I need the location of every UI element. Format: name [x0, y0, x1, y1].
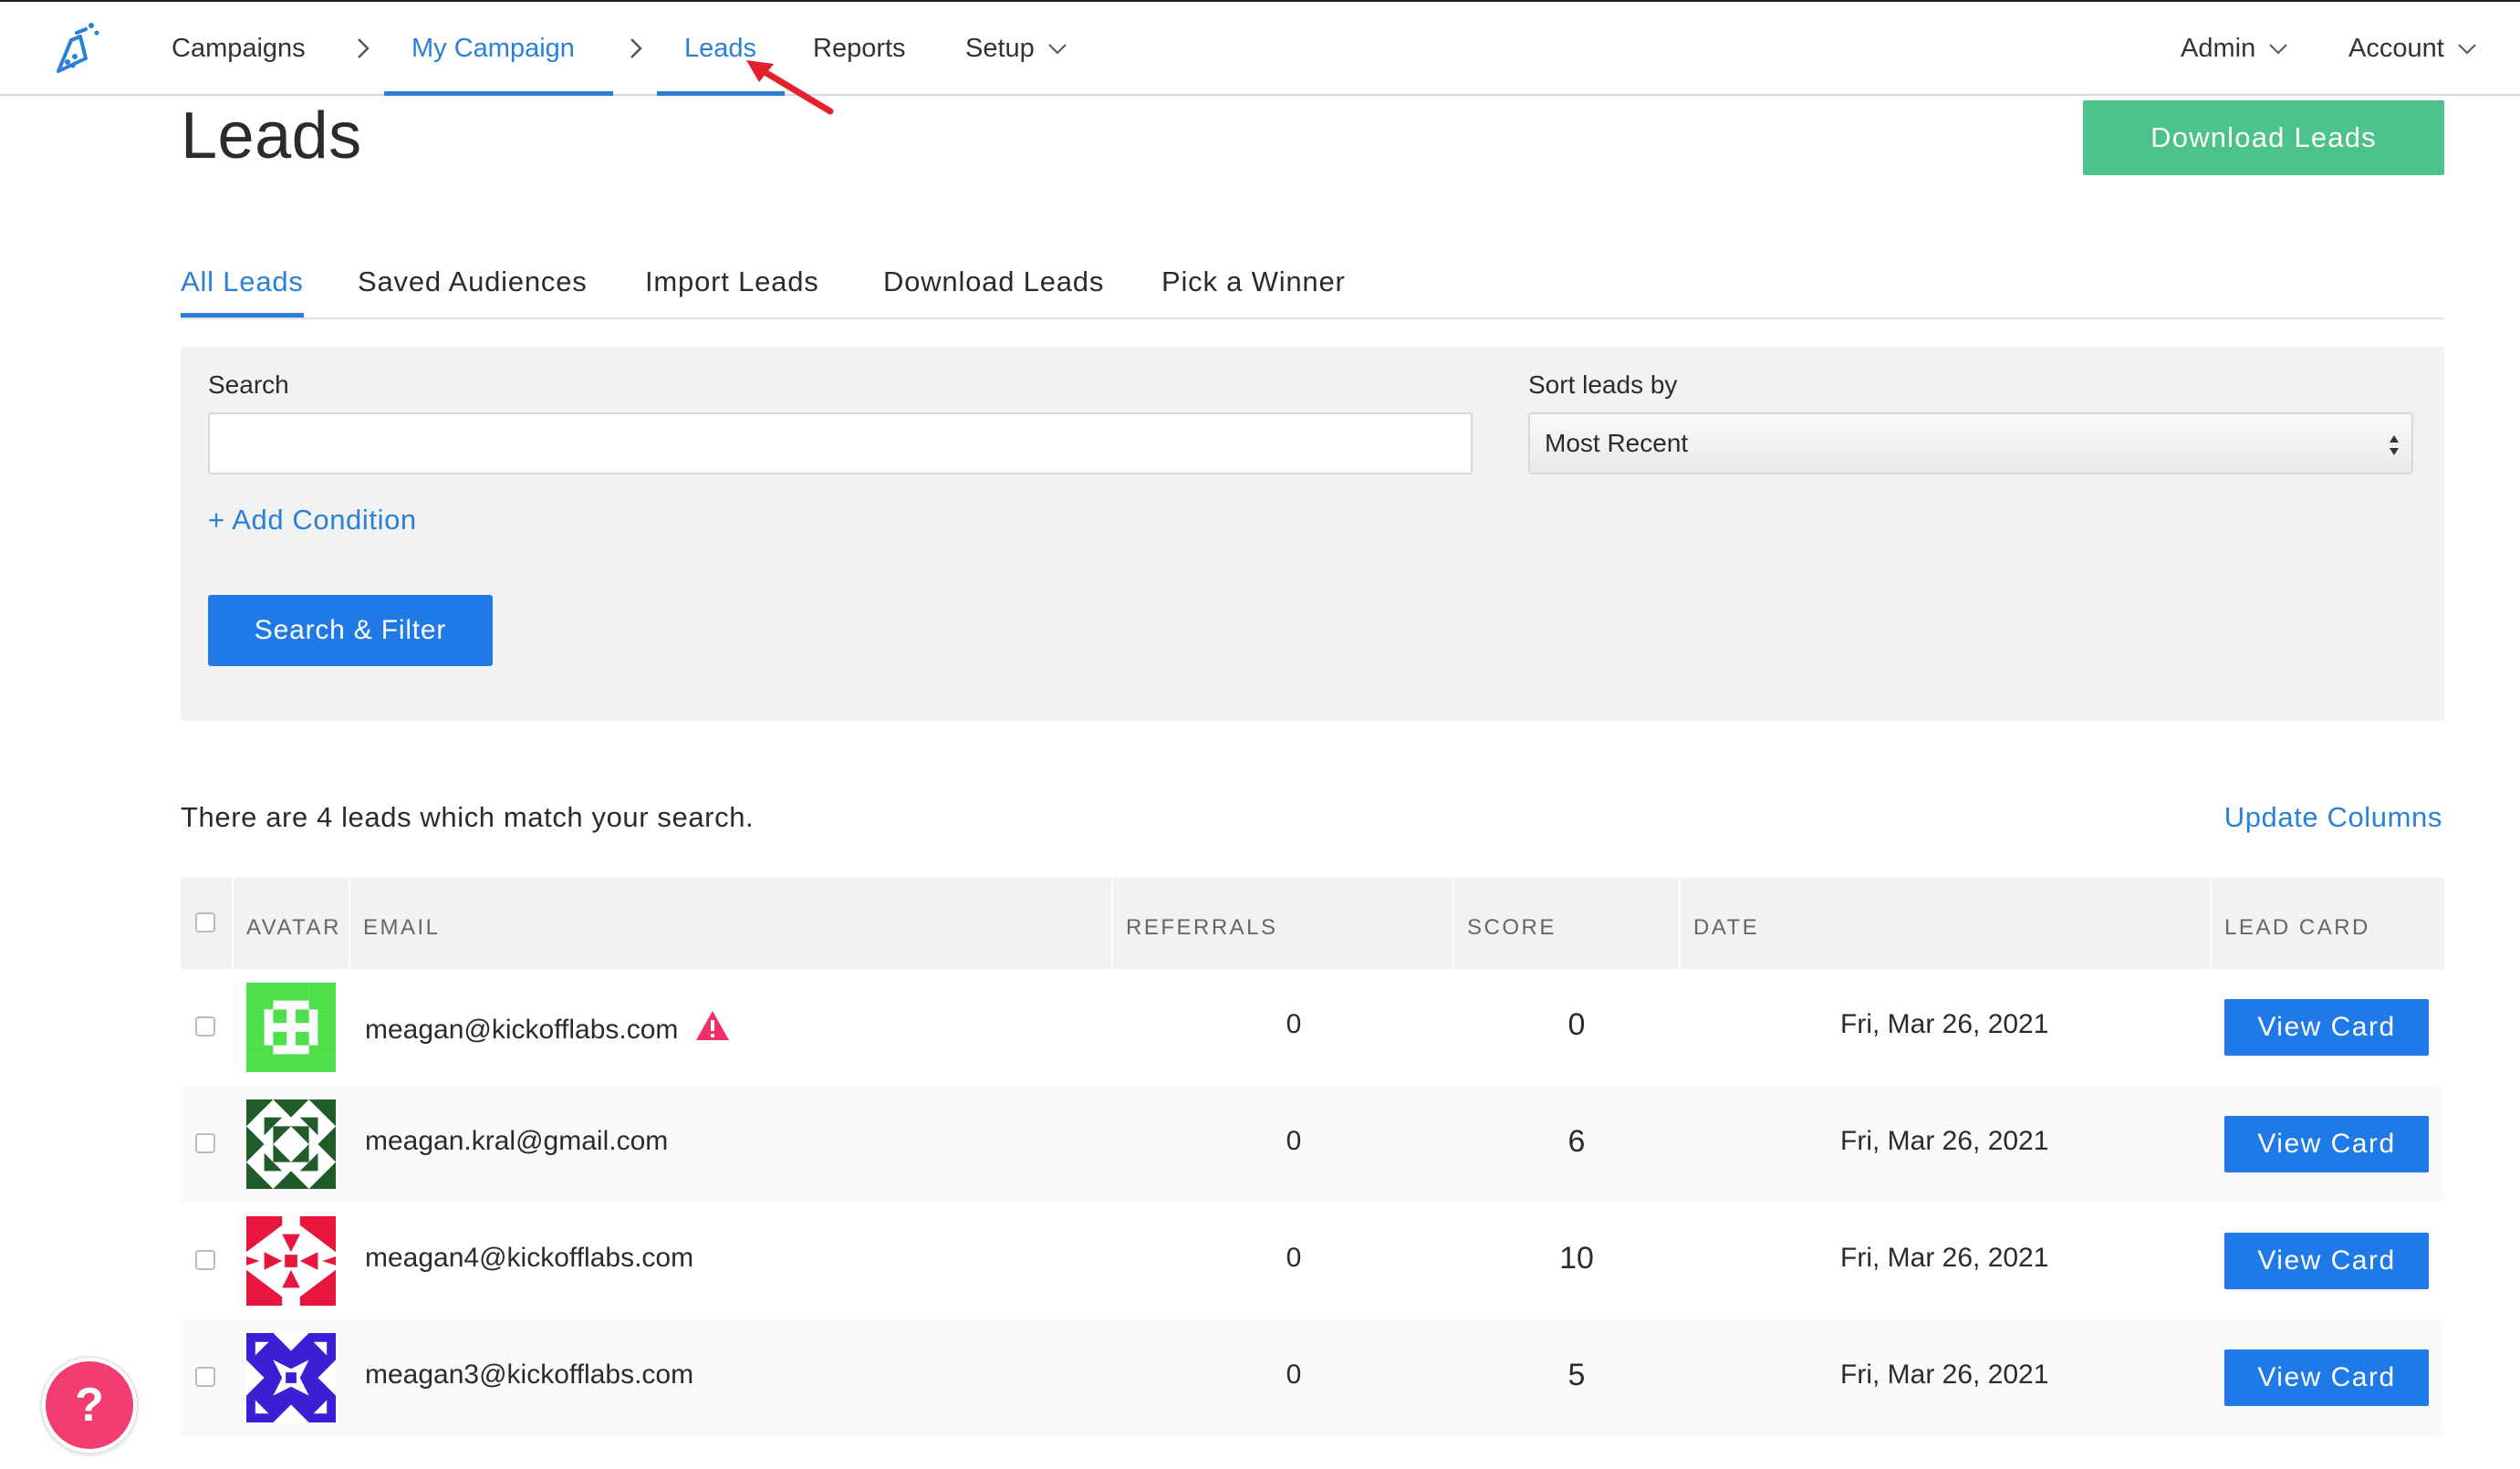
lead-email: meagan@kickofflabs.com [365, 1009, 731, 1046]
table-row: meagan4@kickofflabs.com 0 10 Fri, Mar 26… [181, 1203, 2444, 1319]
search-input[interactable] [208, 412, 1473, 474]
view-card-button[interactable]: View Card [2224, 1349, 2429, 1406]
tab-all-leads[interactable]: All Leads [181, 255, 304, 318]
row-checkbox[interactable] [195, 1133, 215, 1153]
nav-admin-label: Admin [2181, 34, 2256, 63]
identicon-avatar [246, 1333, 336, 1422]
lead-score: 6 [1567, 1124, 1586, 1159]
lead-referrals: 0 [1286, 1009, 1302, 1039]
filter-panel: Search Sort leads by Most Recent + Add C… [181, 347, 2444, 721]
nav-setup[interactable]: Setup [965, 2, 1067, 96]
lead-email: meagan.kral@gmail.com [365, 1126, 669, 1156]
nav-account-label: Account [2348, 34, 2444, 63]
table-row: meagan.kral@gmail.com 0 6 Fri, Mar 26, 2… [181, 1086, 2444, 1203]
add-condition-link[interactable]: + Add Condition [208, 504, 417, 537]
nav-admin[interactable]: Admin [2181, 2, 2288, 96]
nav-setup-label: Setup [965, 34, 1035, 63]
tab-pick-a-winner[interactable]: Pick a Winner [1161, 255, 1346, 318]
identicon-avatar [246, 983, 336, 1072]
breadcrumb-campaigns[interactable]: Campaigns [172, 2, 306, 96]
sort-label: Sort leads by [1528, 370, 1678, 399]
chevron-right-icon [630, 38, 642, 58]
row-checkbox[interactable] [195, 1250, 215, 1270]
identicon-avatar [246, 1216, 336, 1306]
update-columns-link[interactable]: Update Columns [2224, 801, 2442, 834]
top-navigation: Campaigns My Campaign Leads Reports Setu… [0, 0, 2520, 96]
leads-table: AVATAR EMAIL REFERRALS SCORE DATE LEAD C… [181, 878, 2444, 1436]
row-checkbox[interactable] [195, 1367, 215, 1387]
tab-download-leads[interactable]: Download Leads [883, 255, 1104, 318]
nav-account[interactable]: Account [2348, 2, 2477, 96]
view-card-button[interactable]: View Card [2224, 1233, 2429, 1289]
lead-referrals: 0 [1286, 1126, 1302, 1156]
lead-score: 0 [1567, 1007, 1586, 1042]
select-arrows-icon [2390, 435, 2399, 455]
chevron-down-icon [2269, 44, 2287, 55]
warning-icon[interactable] [694, 1009, 731, 1042]
lead-date: Fri, Mar 26, 2021 [1840, 1243, 2049, 1273]
lead-email-text: meagan@kickofflabs.com [365, 1015, 679, 1045]
help-button[interactable]: ? [42, 1358, 137, 1453]
chevron-right-icon [358, 38, 370, 58]
header-date[interactable]: DATE [1679, 878, 1759, 969]
results-summary: There are 4 leads which match your searc… [181, 801, 755, 833]
identicon-avatar [246, 1099, 336, 1189]
header-referrals[interactable]: REFERRALS [1111, 878, 1278, 969]
header-lead-card: LEAD CARD [2224, 915, 2370, 940]
lead-date: Fri, Mar 26, 2021 [1840, 1126, 2049, 1156]
lead-email: meagan3@kickofflabs.com [365, 1360, 694, 1390]
chevron-down-icon [1048, 44, 1067, 55]
search-filter-button[interactable]: Search & Filter [208, 595, 493, 666]
header-avatar: AVATAR [246, 915, 341, 940]
download-leads-button[interactable]: Download Leads [2083, 100, 2444, 175]
lead-email: meagan4@kickofflabs.com [365, 1243, 694, 1273]
page-title: Leads [181, 99, 362, 172]
sort-select[interactable]: Most Recent [1528, 412, 2413, 474]
select-all-checkbox[interactable] [195, 912, 215, 932]
flask-logo-icon[interactable] [46, 20, 109, 84]
search-label: Search [208, 370, 289, 399]
sort-select-value: Most Recent [1545, 429, 1689, 457]
lead-date: Fri, Mar 26, 2021 [1840, 1360, 2049, 1390]
lead-score: 5 [1567, 1358, 1586, 1392]
tab-import-leads[interactable]: Import Leads [645, 255, 819, 318]
table-row: meagan@kickofflabs.com 0 0 Fri, Mar 26, … [181, 969, 2444, 1086]
lead-date: Fri, Mar 26, 2021 [1840, 1009, 2049, 1039]
annotation-arrow-icon [746, 60, 834, 115]
row-checkbox[interactable] [195, 1016, 215, 1037]
lead-referrals: 0 [1286, 1360, 1302, 1390]
header-email[interactable]: EMAIL [349, 878, 441, 969]
leads-tabs: All Leads Saved Audiences Import Leads D… [181, 255, 2444, 319]
active-underline [384, 91, 613, 96]
chevron-down-icon [2458, 44, 2476, 55]
table-row: meagan3@kickofflabs.com 0 5 Fri, Mar 26,… [181, 1319, 2444, 1436]
view-card-button[interactable]: View Card [2224, 999, 2429, 1056]
view-card-button[interactable]: View Card [2224, 1116, 2429, 1172]
header-score[interactable]: SCORE [1453, 878, 1557, 969]
table-header: AVATAR EMAIL REFERRALS SCORE DATE LEAD C… [181, 878, 2444, 969]
lead-referrals: 0 [1286, 1243, 1302, 1273]
lead-score: 10 [1559, 1241, 1594, 1276]
tab-saved-audiences[interactable]: Saved Audiences [358, 255, 588, 318]
breadcrumb-my-campaign[interactable]: My Campaign [411, 2, 575, 96]
